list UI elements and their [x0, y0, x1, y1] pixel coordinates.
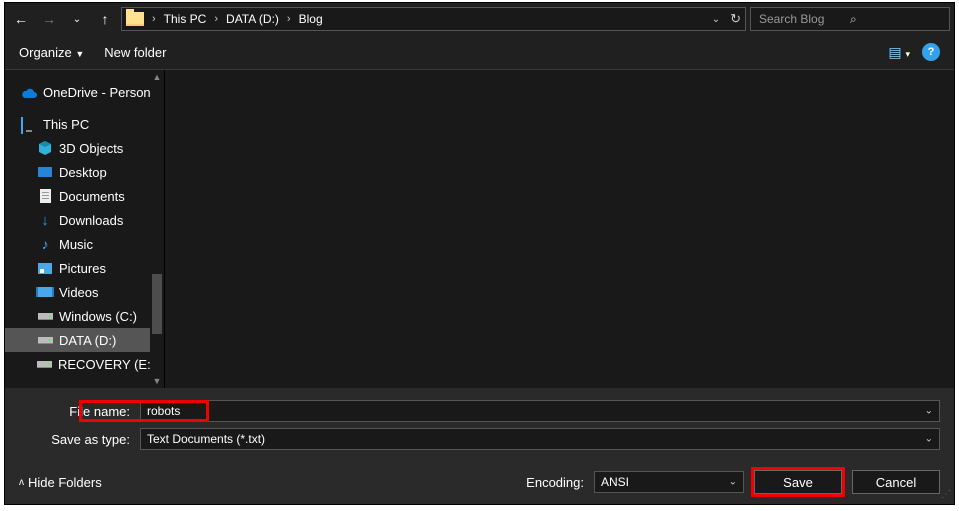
tree-data-d[interactable]: DATA (D:) [5, 328, 150, 352]
up-button[interactable]: ↑ [93, 7, 117, 31]
chevron-right-icon: › [285, 13, 293, 25]
tree-onedrive[interactable]: OneDrive - Person [5, 80, 150, 104]
cancel-button[interactable]: Cancel [852, 470, 940, 494]
cloud-icon [21, 84, 37, 100]
save-panel: File name: robots ⌄ Save as type: Text D… [5, 388, 954, 504]
breadcrumb-data-d[interactable]: DATA (D:) [226, 12, 279, 26]
dropdown-icon[interactable]: ⌄ [925, 434, 933, 445]
save-button[interactable]: Save [754, 470, 842, 494]
tree-this-pc[interactable]: This PC [5, 112, 150, 136]
dropdown-icon[interactable]: ⌄ [925, 406, 933, 417]
address-bar[interactable]: › This PC › DATA (D:) › Blog ⌄ ↻ [121, 7, 746, 31]
folder-icon [126, 12, 144, 26]
resize-grip-icon[interactable]: ⋰ [941, 489, 950, 500]
tree-documents[interactable]: Documents [5, 184, 150, 208]
cube-icon [37, 140, 53, 156]
toolbar: Organize ▼ New folder ▤ ▾ ? [5, 35, 954, 69]
folder-tree: OneDrive - Person This PC 3D Objects Des… [5, 70, 165, 388]
document-icon [37, 188, 53, 204]
tree-videos[interactable]: Videos [5, 280, 150, 304]
caret-down-icon: ▼ [75, 49, 84, 59]
tree-music[interactable]: ♪ Music [5, 232, 150, 256]
address-dropdown-icon[interactable]: ⌄ [712, 14, 720, 25]
file-list-area[interactable] [165, 70, 954, 388]
dialog-body: OneDrive - Person This PC 3D Objects Des… [5, 69, 954, 388]
refresh-icon[interactable]: ↻ [730, 11, 741, 27]
drive-icon [37, 308, 53, 324]
back-button[interactable]: ← [9, 7, 33, 31]
pc-icon [21, 116, 37, 132]
scroll-up-icon[interactable]: ▲ [150, 70, 164, 84]
tree-windows-c[interactable]: Windows (C:) [5, 304, 150, 328]
hide-folders-button[interactable]: ʌ Hide Folders [19, 475, 102, 490]
video-icon [37, 284, 53, 300]
save-as-type-label: Save as type: [19, 432, 134, 447]
scrollbar-thumb[interactable] [152, 274, 162, 334]
download-icon: ↓ [37, 212, 53, 228]
help-icon[interactable]: ? [922, 43, 940, 61]
search-placeholder: Search Blog [759, 12, 850, 26]
tree-desktop[interactable]: Desktop [5, 160, 150, 184]
tree-downloads[interactable]: ↓ Downloads [5, 208, 150, 232]
encoding-select[interactable]: ANSI ⌄ [594, 471, 744, 493]
drive-icon [37, 332, 53, 348]
new-folder-button[interactable]: New folder [104, 45, 166, 60]
search-icon: ⌕ [850, 12, 941, 27]
breadcrumb-this-pc[interactable]: This PC [164, 12, 207, 26]
dropdown-icon[interactable]: ⌄ [729, 477, 737, 488]
highlight-annotation: Save [754, 470, 842, 494]
tree-pictures[interactable]: Pictures [5, 256, 150, 280]
drive-icon [37, 356, 52, 372]
pictures-icon [37, 260, 53, 276]
views-icon[interactable]: ▤ ▾ [888, 44, 910, 61]
file-name-label: File name: [19, 404, 134, 419]
forward-button[interactable]: → [37, 7, 61, 31]
navigation-bar: ← → ⌄ ↑ › This PC › DATA (D:) › Blog ⌄ ↻… [5, 3, 954, 35]
sidebar-scrollbar[interactable]: ▲ ▼ [150, 70, 164, 388]
desktop-icon [37, 164, 53, 180]
tree-recovery-e[interactable]: RECOVERY (E:) [5, 352, 150, 376]
music-icon: ♪ [37, 236, 53, 252]
breadcrumb-blog[interactable]: Blog [299, 12, 323, 26]
file-name-input[interactable]: robots ⌄ [140, 400, 940, 422]
search-input[interactable]: Search Blog ⌕ [750, 7, 950, 31]
chevron-right-icon: › [212, 13, 220, 25]
recent-locations-button[interactable]: ⌄ [65, 7, 89, 31]
chevron-right-icon: › [150, 13, 158, 25]
organize-button[interactable]: Organize ▼ [19, 45, 84, 60]
scroll-down-icon[interactable]: ▼ [150, 374, 164, 388]
save-as-type-select[interactable]: Text Documents (*.txt) ⌄ [140, 428, 940, 450]
tree-3d-objects[interactable]: 3D Objects [5, 136, 150, 160]
chevron-up-icon: ʌ [19, 477, 24, 488]
encoding-label: Encoding: [526, 475, 584, 490]
